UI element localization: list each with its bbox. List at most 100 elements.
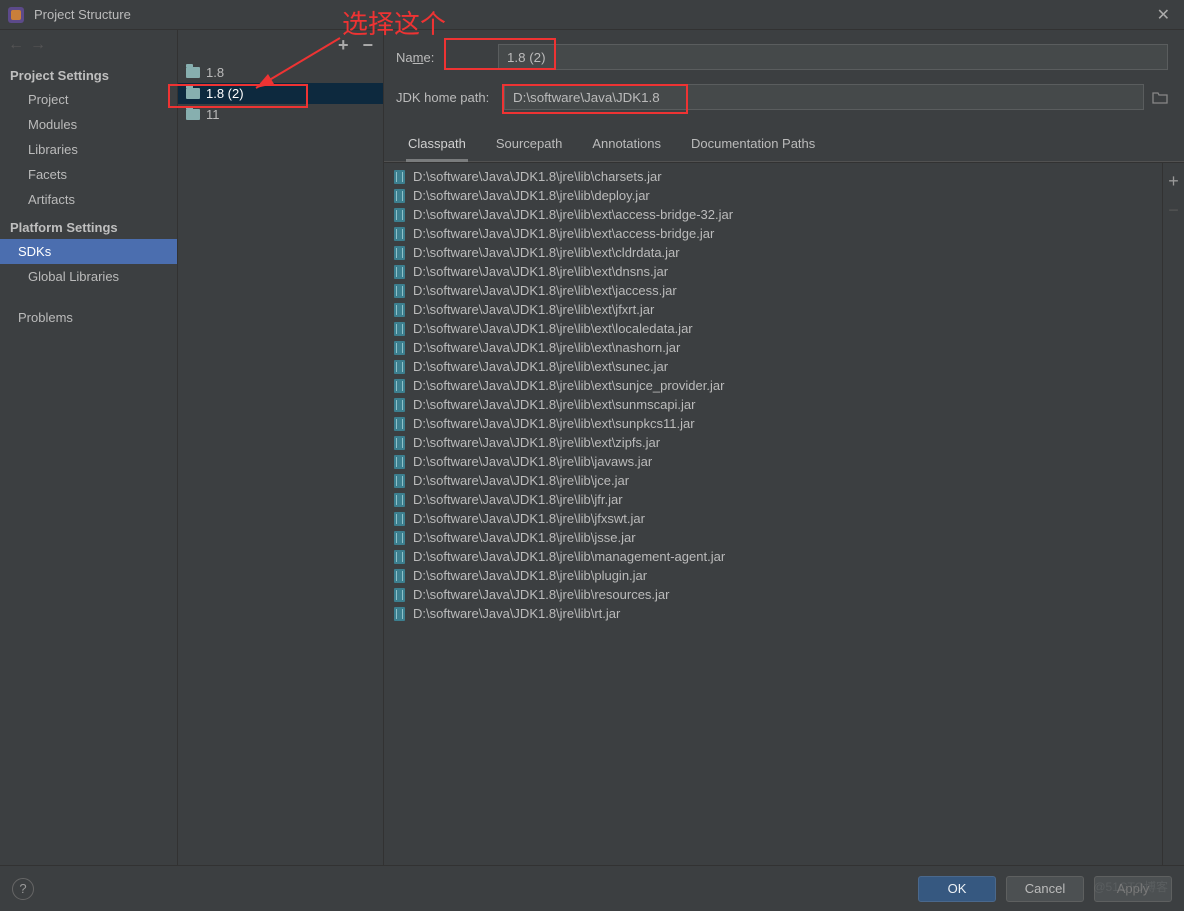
classpath-entry[interactable]: D:\software\Java\JDK1.8\jre\lib\javaws.j… [384,452,1162,471]
classpath-entry[interactable]: D:\software\Java\JDK1.8\jre\lib\ext\acce… [384,224,1162,243]
classpath-entry[interactable]: D:\software\Java\JDK1.8\jre\lib\ext\acce… [384,205,1162,224]
apply-button[interactable]: Apply [1094,876,1172,902]
classpath-entry-path: D:\software\Java\JDK1.8\jre\lib\deploy.j… [413,188,650,203]
browse-folder-icon[interactable] [1148,85,1172,109]
jdk-path-label: JDK home path: [396,90,504,105]
classpath-entry[interactable]: D:\software\Java\JDK1.8\jre\lib\ext\cldr… [384,243,1162,262]
app-icon [8,7,24,23]
archive-icon [394,284,405,298]
left-panel: ← → Project Settings Project Modules Lib… [0,30,178,865]
classpath-entry[interactable]: D:\software\Java\JDK1.8\jre\lib\rt.jar [384,604,1162,623]
nav-facets[interactable]: Facets [0,162,177,187]
platform-settings-header: Platform Settings [0,212,177,239]
classpath-entry[interactable]: D:\software\Java\JDK1.8\jre\lib\ext\jacc… [384,281,1162,300]
classpath-entry-path: D:\software\Java\JDK1.8\jre\lib\ext\jacc… [413,283,677,298]
classpath-entry[interactable]: D:\software\Java\JDK1.8\jre\lib\resource… [384,585,1162,604]
classpath-entry-path: D:\software\Java\JDK1.8\jre\lib\ext\jfxr… [413,302,654,317]
archive-icon [394,398,405,412]
classpath-entry[interactable]: D:\software\Java\JDK1.8\jre\lib\ext\zipf… [384,433,1162,452]
folder-icon [186,109,200,120]
sdk-detail-panel: Name: JDK home path: Classpath Sourcepat… [384,30,1184,865]
archive-icon [394,474,405,488]
nav-problems[interactable]: Problems [0,305,177,330]
classpath-entry[interactable]: D:\software\Java\JDK1.8\jre\lib\deploy.j… [384,186,1162,205]
archive-icon [394,246,405,260]
archive-icon [394,417,405,431]
tab-documentation-paths[interactable]: Documentation Paths [689,130,817,161]
classpath-entry[interactable]: D:\software\Java\JDK1.8\jre\lib\ext\sunj… [384,376,1162,395]
sdk-list-panel: + − 1.81.8 (2)11 [178,30,384,865]
remove-sdk-icon[interactable]: − [362,36,373,54]
classpath-entry-path: D:\software\Java\JDK1.8\jre\lib\manageme… [413,549,725,564]
classpath-entry-path: D:\software\Java\JDK1.8\jre\lib\ext\sunm… [413,397,696,412]
classpath-entry-path: D:\software\Java\JDK1.8\jre\lib\ext\loca… [413,321,693,336]
archive-icon [394,227,405,241]
classpath-entry-path: D:\software\Java\JDK1.8\jre\lib\ext\sunp… [413,416,695,431]
archive-icon [394,493,405,507]
classpath-entry[interactable]: D:\software\Java\JDK1.8\jre\lib\charsets… [384,167,1162,186]
project-settings-header: Project Settings [0,60,177,87]
tab-classpath[interactable]: Classpath [406,130,468,162]
nav-global-libraries[interactable]: Global Libraries [0,264,177,289]
nav-forward-icon[interactable]: → [30,36,46,54]
tab-sourcepath[interactable]: Sourcepath [494,130,565,161]
nav-libraries[interactable]: Libraries [0,137,177,162]
archive-icon [394,569,405,583]
jdk-path-input[interactable] [504,84,1144,110]
ok-button[interactable]: OK [918,876,996,902]
nav-sdks[interactable]: SDKs [0,239,177,264]
classpath-entry[interactable]: D:\software\Java\JDK1.8\jre\lib\ext\sunp… [384,414,1162,433]
nav-modules[interactable]: Modules [0,112,177,137]
classpath-remove-icon[interactable]: − [1168,200,1179,221]
classpath-entry-path: D:\software\Java\JDK1.8\jre\lib\ext\sune… [413,359,668,374]
classpath-entry-path: D:\software\Java\JDK1.8\jre\lib\resource… [413,587,669,602]
classpath-entry-path: D:\software\Java\JDK1.8\jre\lib\ext\zipf… [413,435,660,450]
folder-icon [186,67,200,78]
sdk-item[interactable]: 11 [178,104,383,125]
classpath-entry-path: D:\software\Java\JDK1.8\jre\lib\ext\acce… [413,207,733,222]
classpath-entry-path: D:\software\Java\JDK1.8\jre\lib\charsets… [413,169,662,184]
classpath-entry[interactable]: D:\software\Java\JDK1.8\jre\lib\ext\dnsn… [384,262,1162,281]
classpath-add-icon[interactable]: + [1168,171,1179,192]
dialog-footer: ? OK Cancel Apply [0,865,1184,911]
classpath-entry-path: D:\software\Java\JDK1.8\jre\lib\ext\acce… [413,226,714,241]
archive-icon [394,607,405,621]
sdk-item[interactable]: 1.8 [178,62,383,83]
classpath-entry-path: D:\software\Java\JDK1.8\jre\lib\jce.jar [413,473,629,488]
nav-project[interactable]: Project [0,87,177,112]
archive-icon [394,436,405,450]
classpath-entry[interactable]: D:\software\Java\JDK1.8\jre\lib\jsse.jar [384,528,1162,547]
tab-annotations[interactable]: Annotations [590,130,663,161]
help-icon[interactable]: ? [12,878,34,900]
classpath-entry-path: D:\software\Java\JDK1.8\jre\lib\rt.jar [413,606,620,621]
sdk-item[interactable]: 1.8 (2) [178,83,383,104]
archive-icon [394,588,405,602]
classpath-entry[interactable]: D:\software\Java\JDK1.8\jre\lib\ext\jfxr… [384,300,1162,319]
classpath-entry[interactable]: D:\software\Java\JDK1.8\jre\lib\plugin.j… [384,566,1162,585]
archive-icon [394,360,405,374]
classpath-entry[interactable]: D:\software\Java\JDK1.8\jre\lib\ext\nash… [384,338,1162,357]
name-label: Name: [396,50,498,65]
classpath-list[interactable]: D:\software\Java\JDK1.8\jre\lib\charsets… [384,163,1162,865]
classpath-entry[interactable]: D:\software\Java\JDK1.8\jre\lib\ext\sune… [384,357,1162,376]
archive-icon [394,379,405,393]
classpath-entry[interactable]: D:\software\Java\JDK1.8\jre\lib\ext\loca… [384,319,1162,338]
classpath-entry[interactable]: D:\software\Java\JDK1.8\jre\lib\jfxswt.j… [384,509,1162,528]
classpath-entry[interactable]: D:\software\Java\JDK1.8\jre\lib\jce.jar [384,471,1162,490]
classpath-entry[interactable]: D:\software\Java\JDK1.8\jre\lib\ext\sunm… [384,395,1162,414]
classpath-entry[interactable]: D:\software\Java\JDK1.8\jre\lib\manageme… [384,547,1162,566]
nav-artifacts[interactable]: Artifacts [0,187,177,212]
classpath-entry-path: D:\software\Java\JDK1.8\jre\lib\ext\sunj… [413,378,724,393]
close-icon[interactable]: ✕ [1151,5,1176,25]
classpath-entry[interactable]: D:\software\Java\JDK1.8\jre\lib\jfr.jar [384,490,1162,509]
sdk-name-input[interactable] [498,44,1168,70]
cancel-button[interactable]: Cancel [1006,876,1084,902]
add-sdk-icon[interactable]: + [338,36,349,54]
window-title: Project Structure [34,7,131,22]
folder-icon [186,88,200,99]
archive-icon [394,170,405,184]
sdk-tabs: Classpath Sourcepath Annotations Documen… [384,130,1184,162]
archive-icon [394,265,405,279]
classpath-entry-path: D:\software\Java\JDK1.8\jre\lib\jfr.jar [413,492,623,507]
nav-back-icon[interactable]: ← [8,36,24,54]
